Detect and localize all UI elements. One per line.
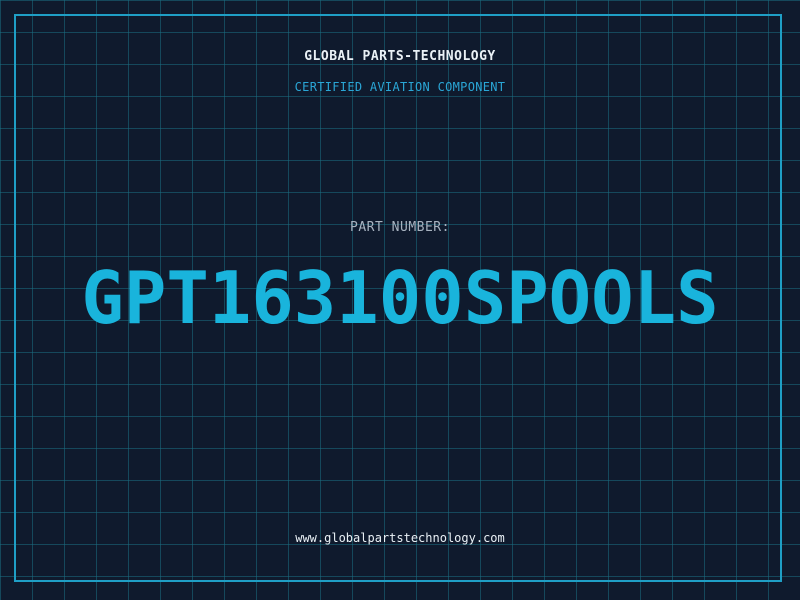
- part-number-value: GPT163100SPOOLS: [81, 256, 719, 340]
- label-canvas: GLOBAL PARTS-TECHNOLOGY CERTIFIED AVIATI…: [0, 0, 800, 600]
- certification-tagline: CERTIFIED AVIATION COMPONENT: [294, 80, 506, 94]
- part-number-label: PART NUMBER:: [350, 220, 450, 235]
- company-name: GLOBAL PARTS-TECHNOLOGY: [304, 49, 496, 64]
- website-url: www.globalpartstechnology.com: [295, 531, 505, 545]
